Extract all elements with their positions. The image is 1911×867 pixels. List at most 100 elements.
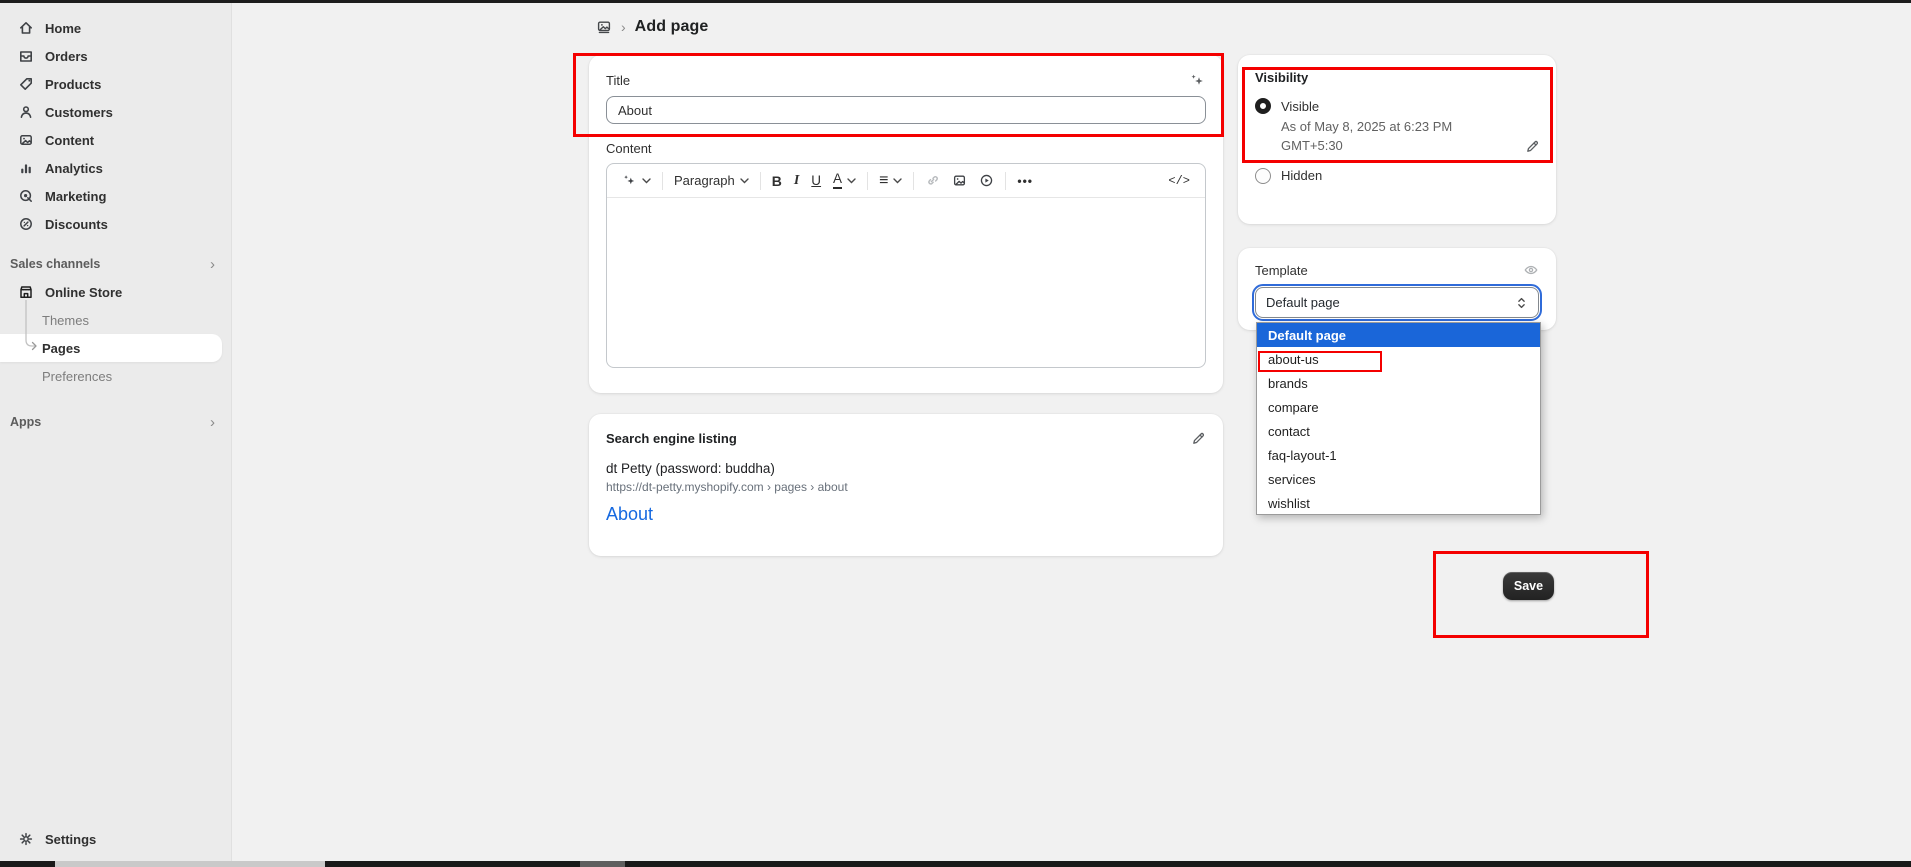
sidebar-item-preferences[interactable]: Preferences [0,362,231,390]
editor-toolbar: Paragraph B I U A ≡ [607,164,1205,198]
visibility-card: Visibility Visible As of May 8, 2025 at … [1238,55,1556,224]
radio-selected-icon[interactable] [1255,98,1271,114]
visible-option[interactable]: Visible [1255,98,1539,114]
pages-breadcrumb-icon[interactable] [596,19,612,35]
bottom-edge-bar [0,861,1911,867]
insert-image-button[interactable] [946,167,973,195]
sidebar-item-label: Discounts [45,217,108,232]
seo-url-line: https://dt-petty.myshopify.com › pages ›… [606,480,1206,494]
align-left-icon: ≡ [879,172,888,190]
chevron-down-icon [740,178,749,184]
dropdown-option-brands[interactable]: brands [1257,371,1540,395]
sidebar-item-label: Home [45,21,81,36]
toolbar-divider [867,172,868,190]
text-color-label: A [833,172,842,189]
hidden-option[interactable]: Hidden [1255,168,1539,184]
seo-site-line: dt Petty (password: buddha) [606,461,1206,476]
discount-badge-icon [18,216,34,232]
orders-icon [18,48,34,64]
page-title: Add page [635,18,709,36]
paragraph-style-dropdown[interactable]: Paragraph [668,167,755,195]
sidebar-item-products[interactable]: Products [0,70,231,98]
sidebar-item-settings[interactable]: Settings [0,825,232,853]
insert-link-button[interactable] [919,167,946,195]
edit-pencil-icon[interactable] [1191,431,1206,446]
template-heading: Template [1255,263,1308,278]
chevron-down-icon [642,178,651,184]
visibility-heading: Visibility [1255,70,1539,85]
text-color-button[interactable]: A [827,167,862,195]
image-icon [952,173,967,188]
sidebar-item-customers[interactable]: Customers [0,98,231,126]
dropdown-option-wishlist[interactable]: wishlist [1257,491,1540,515]
person-icon [18,104,34,120]
underline-button[interactable]: U [805,167,827,195]
breadcrumb-separator: › [621,19,626,35]
show-html-button[interactable]: </> [1162,167,1196,195]
alignment-button[interactable]: ≡ [873,167,908,195]
magic-sparkle-icon[interactable] [1189,72,1206,89]
title-input[interactable] [606,96,1206,124]
sidebar-item-home[interactable]: Home [0,14,231,42]
chevron-down-icon [847,178,856,184]
toolbar-divider [1005,172,1006,190]
bottom-bar-segment [580,861,625,867]
more-options-button[interactable]: ••• [1011,167,1039,195]
insert-video-button[interactable] [973,167,1000,195]
sales-channels-label: Sales channels [10,257,100,271]
sidebar-item-label: Products [45,77,101,92]
dropdown-option-faq-layout-1[interactable]: faq-layout-1 [1257,443,1540,467]
italic-button[interactable]: I [788,167,805,195]
breadcrumb: › Add page [596,17,708,37]
toolbar-divider [760,172,761,190]
sales-channels-header[interactable]: Sales channels › [0,250,231,278]
sidebar-item-content[interactable]: Content [0,126,231,154]
storefront-icon [18,284,34,300]
seo-card-heading: Search engine listing [606,431,737,446]
save-button[interactable]: Save [1503,572,1554,600]
apps-header[interactable]: Apps › [0,408,231,436]
search-engine-listing-card: Search engine listing dt Petty (password… [589,414,1223,556]
apps-label: Apps [10,415,41,429]
dropdown-option-about-us[interactable]: about-us [1257,347,1540,371]
code-icon: </> [1168,174,1190,188]
template-card: Template Default page [1238,248,1556,330]
dropdown-option-contact[interactable]: contact [1257,419,1540,443]
editor-text-area[interactable] [607,198,1205,368]
visible-date-note: As of May 8, 2025 at 6:23 PM GMT+5:30 [1281,118,1506,156]
template-dropdown-menu: Default page about-us brands compare con… [1256,322,1541,515]
sidebar-item-marketing[interactable]: Marketing [0,182,231,210]
bold-button[interactable]: B [766,167,788,195]
shopify-admin-add-page: Home Orders Products Customers Content A… [0,0,1911,867]
ellipsis-icon: ••• [1017,174,1033,188]
tag-icon [18,76,34,92]
toolbar-divider [913,172,914,190]
sidebar-item-orders[interactable]: Orders [0,42,231,70]
bar-chart-icon [18,160,34,176]
gear-icon [18,831,34,847]
chevron-down-icon [893,178,902,184]
sidebar-item-label: Online Store [45,285,122,300]
hidden-label: Hidden [1281,168,1322,183]
sidebar: Home Orders Products Customers Content A… [0,3,232,861]
title-field-label: Title [606,73,630,88]
sidebar-item-analytics[interactable]: Analytics [0,154,231,182]
sidebar-item-label: Themes [42,313,89,328]
sidebar-item-label: Preferences [42,369,112,384]
radio-unselected-icon[interactable] [1255,168,1271,184]
edit-pencil-icon[interactable] [1525,139,1540,154]
link-icon [925,173,940,188]
chevron-right-icon: › [210,415,215,430]
dropdown-option-default-page[interactable]: Default page [1257,323,1540,347]
chevron-right-icon: › [210,257,215,272]
play-circle-icon [979,173,994,188]
ai-magic-button[interactable] [616,167,657,195]
sidebar-item-label: Content [45,133,94,148]
sidebar-item-discounts[interactable]: Discounts [0,210,231,238]
magic-sparkle-icon [622,173,637,188]
dropdown-option-compare[interactable]: compare [1257,395,1540,419]
bottom-bar-segment [55,861,325,867]
template-select[interactable]: Default page [1255,287,1539,318]
dropdown-option-services[interactable]: services [1257,467,1540,491]
toolbar-divider [662,172,663,190]
